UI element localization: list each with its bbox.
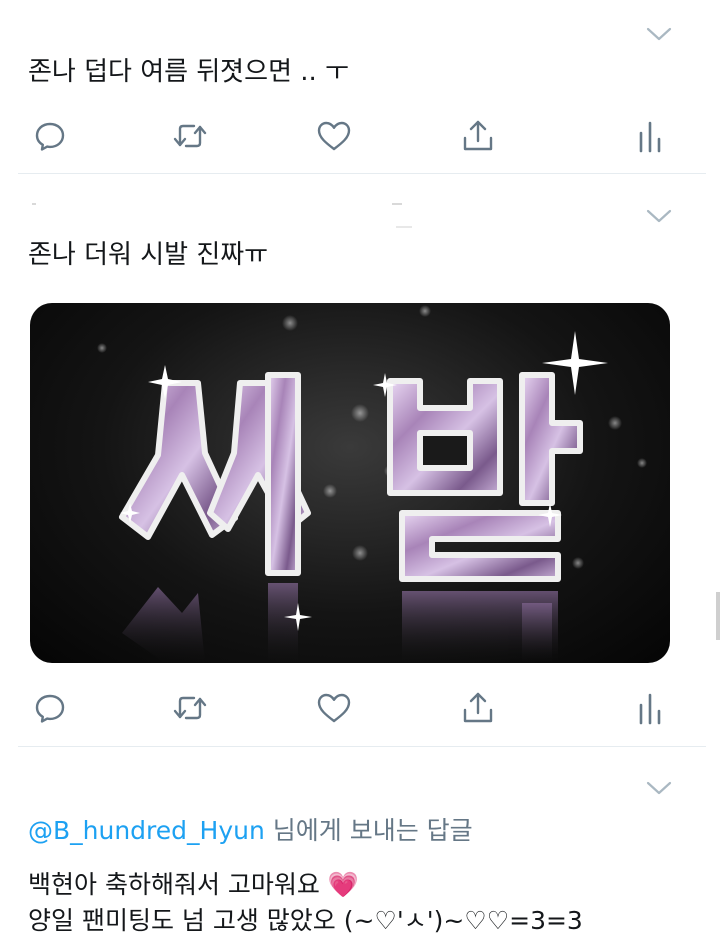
tweet-text-line: 백현아 축하해줘서 고마워요 💗	[28, 870, 359, 899]
scan-mark	[32, 203, 36, 205]
tweet-actions	[0, 116, 720, 156]
tweet-text-line: 양일 팬미팅도 넘 고생 많았오 (~♡'ㅅ')~♡♡=3=3	[28, 906, 583, 935]
reply-icon[interactable]	[30, 688, 70, 728]
tweet-image-sparkling-diamond-text[interactable]	[30, 303, 670, 663]
tweet-text: 존나 덥다 여름 뒤졋으면 .. ㅜ	[28, 57, 349, 87]
scan-mark	[392, 203, 402, 205]
chevron-down-icon[interactable]	[646, 26, 672, 42]
chevron-down-icon[interactable]	[646, 208, 672, 224]
reply-icon[interactable]	[30, 116, 70, 156]
tweet-text: 존나 더워 시발 진짜ㅠ	[28, 240, 269, 270]
chevron-down-icon[interactable]	[646, 780, 672, 796]
like-icon[interactable]	[314, 116, 354, 156]
reply-context-label: 님에게 보내는 답글	[264, 816, 473, 845]
reply-context: @B_hundred_Hyun 님에게 보내는 답글	[28, 814, 473, 848]
analytics-icon[interactable]	[630, 116, 670, 156]
tweet-actions	[0, 688, 720, 728]
retweet-icon[interactable]	[170, 116, 210, 156]
divider	[18, 746, 706, 747]
mention-link[interactable]: @B_hundred_Hyun	[28, 816, 265, 845]
retweet-icon[interactable]	[170, 688, 210, 728]
scan-mark	[396, 226, 412, 228]
share-icon[interactable]	[458, 116, 498, 156]
divider	[18, 173, 706, 174]
analytics-icon[interactable]	[630, 688, 670, 728]
like-icon[interactable]	[314, 688, 354, 728]
share-icon[interactable]	[458, 688, 498, 728]
scroll-indicator	[716, 592, 720, 640]
